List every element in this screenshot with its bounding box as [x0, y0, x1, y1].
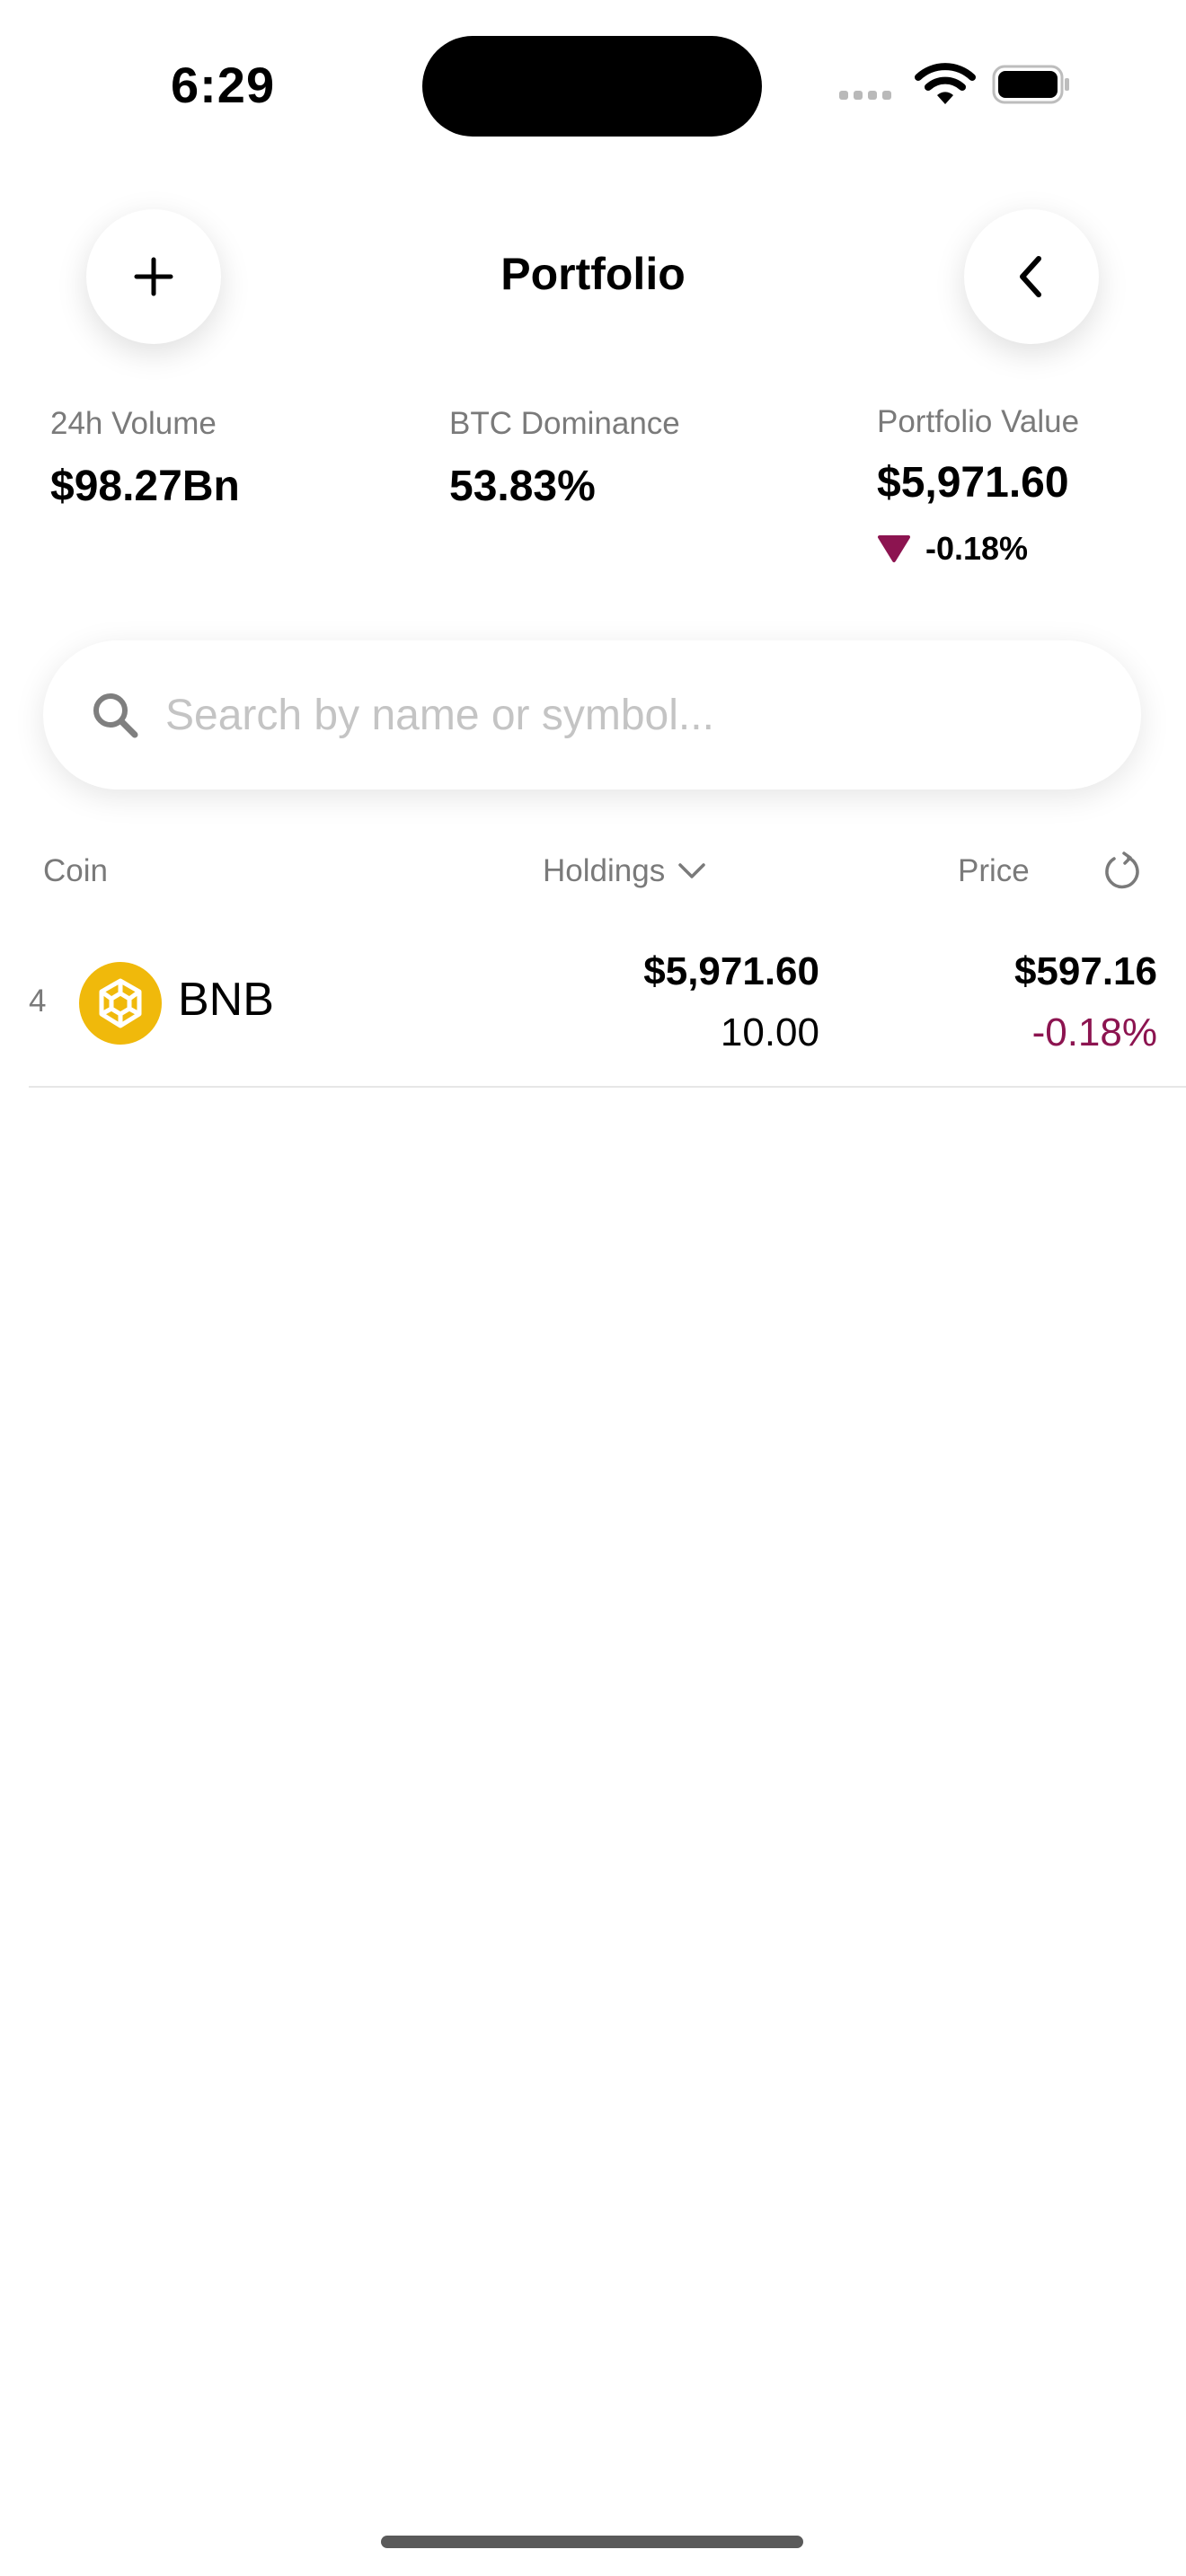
coin-rank: 4 [29, 984, 47, 1019]
home-indicator[interactable] [381, 2536, 803, 2548]
portfolio-value: $5,971.60 [877, 459, 1069, 507]
back-button[interactable] [964, 209, 1099, 344]
table-row[interactable]: 4 BNB $5,971.60 10.00 $597.16 -0.18% [29, 921, 1186, 1088]
holdings-quantity: 10.00 [720, 1010, 819, 1054]
down-triangle-icon [878, 535, 910, 562]
volume-label: 24h Volume [50, 406, 217, 441]
search-icon [90, 690, 140, 740]
btc-dominance-label: BTC Dominance [449, 406, 680, 441]
column-coin[interactable]: Coin [43, 853, 108, 889]
portfolio-change: -0.18% [877, 530, 1028, 568]
coin-price: $597.16 [1013, 949, 1157, 993]
wifi-icon [915, 61, 976, 108]
bnb-logo-icon [79, 962, 162, 1045]
column-holdings[interactable]: Holdings [543, 853, 706, 889]
coin-price-change: -0.18% [1031, 1010, 1157, 1054]
chevron-left-icon [1020, 256, 1041, 297]
cellular-signal-icon [839, 88, 900, 101]
search-input[interactable] [164, 689, 1066, 741]
portfolio-value-label: Portfolio Value [877, 404, 1080, 439]
column-holdings-label: Holdings [543, 853, 666, 888]
column-price[interactable]: Price [958, 853, 1030, 889]
btc-dominance-value: 53.83% [449, 463, 596, 510]
status-time: 6:29 [171, 57, 276, 113]
holdings-value: $5,971.60 [643, 949, 819, 993]
coin-symbol: BNB [178, 974, 274, 1026]
portfolio-change-text: -0.18% [925, 530, 1029, 567]
volume-value: $98.27Bn [50, 463, 240, 510]
search-bar[interactable] [43, 640, 1141, 790]
chevron-down-icon [678, 863, 705, 878]
refresh-icon[interactable] [1102, 851, 1143, 893]
dynamic-island [422, 36, 762, 137]
battery-icon [992, 65, 1071, 104]
